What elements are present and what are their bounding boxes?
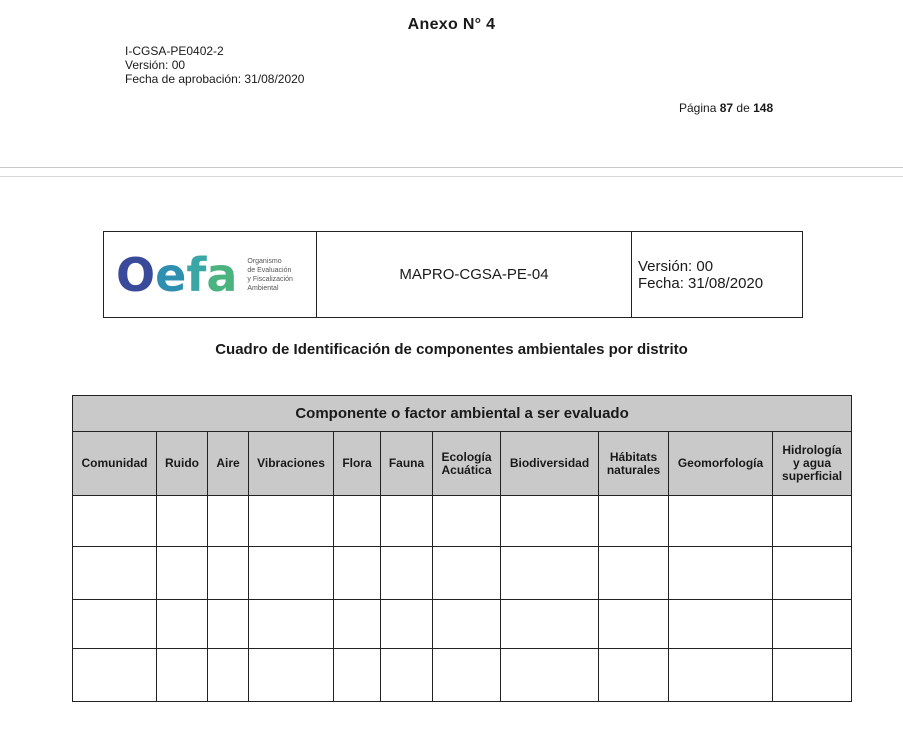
meta-approval-date: Fecha de aprobación: 31/08/2020 bbox=[125, 72, 305, 86]
table-cell bbox=[207, 599, 249, 649]
table-cell bbox=[248, 495, 334, 547]
table-title: Cuadro de Identificación de componentes … bbox=[215, 341, 688, 358]
table-cell bbox=[771, 648, 853, 702]
table-cell bbox=[72, 648, 157, 702]
document-meta: I-CGSA-PE0402-2 Versión: 00 Fecha de apr… bbox=[125, 44, 304, 86]
col-header: Comunidad bbox=[72, 431, 157, 496]
logo-letter-e: e bbox=[155, 247, 187, 302]
col-header: Biodiversidad bbox=[500, 431, 599, 496]
table-cell bbox=[333, 546, 381, 600]
table-cell bbox=[500, 495, 599, 547]
col-header: Hábitats naturales bbox=[598, 431, 669, 496]
page-divider-top bbox=[0, 167, 903, 168]
table-row bbox=[72, 599, 853, 649]
table-cell bbox=[432, 546, 501, 600]
oefa-logo: Oefa Organismo de Evaluación y Fiscaliza… bbox=[104, 232, 317, 317]
logo-letter-o: O bbox=[116, 247, 156, 302]
table-cell bbox=[72, 495, 157, 547]
meta-version: Versión: 00 bbox=[125, 58, 186, 72]
page-total: 148 bbox=[753, 101, 774, 115]
col-header: Flora bbox=[333, 431, 381, 496]
table-cell bbox=[156, 546, 208, 600]
table-cell bbox=[156, 599, 208, 649]
table-cell bbox=[432, 648, 501, 702]
table-cell bbox=[668, 648, 773, 702]
page-sep: de bbox=[736, 101, 750, 115]
oefa-logo-wordmark: Oefa bbox=[116, 252, 237, 298]
table-row bbox=[72, 648, 853, 702]
table-cell bbox=[771, 599, 853, 649]
col-header: Ruido bbox=[156, 431, 208, 496]
table-band-header: Componente o factor ambiental a ser eval… bbox=[71, 395, 853, 432]
table-cell bbox=[72, 546, 157, 600]
oefa-logo-subtitle: Organismo de Evaluación y Fiscalización … bbox=[247, 257, 293, 292]
table-cell bbox=[668, 495, 773, 547]
doc-version: Versión: 00 bbox=[638, 257, 714, 275]
table-cell bbox=[598, 495, 669, 547]
logo-letter-f: f bbox=[186, 247, 207, 302]
page-divider-bottom bbox=[0, 176, 903, 177]
table-cell bbox=[500, 546, 599, 600]
table-cell bbox=[380, 495, 433, 547]
col-header: Geomorfología bbox=[668, 431, 773, 496]
table-cell bbox=[380, 546, 433, 600]
table-cell bbox=[333, 495, 381, 547]
table-cell bbox=[248, 648, 334, 702]
table-cell bbox=[432, 599, 501, 649]
table-cell bbox=[598, 599, 669, 649]
annex-title: Anexo N° 4 bbox=[407, 16, 496, 33]
meta-code: I-CGSA-PE0402-2 bbox=[125, 44, 224, 58]
doc-version-box: Versión: 00 Fecha: 31/08/2020 bbox=[632, 232, 802, 317]
col-header: Vibraciones bbox=[248, 431, 334, 496]
col-header: Ecología Acuática bbox=[432, 431, 501, 496]
table-cell bbox=[432, 495, 501, 547]
table-cell bbox=[668, 599, 773, 649]
table-cell bbox=[72, 599, 157, 649]
table-cell bbox=[248, 546, 334, 600]
table-cell bbox=[500, 648, 599, 702]
page-current: 87 bbox=[719, 101, 734, 115]
document-header-box: Oefa Organismo de Evaluación y Fiscaliza… bbox=[103, 231, 803, 318]
table-cell bbox=[207, 495, 249, 547]
table-cell bbox=[598, 546, 669, 600]
page-prefix: Página bbox=[679, 101, 717, 115]
table-cell bbox=[668, 546, 773, 600]
table-row bbox=[72, 495, 853, 547]
table-cell bbox=[156, 648, 208, 702]
table-cell bbox=[333, 648, 381, 702]
table-cell bbox=[500, 599, 599, 649]
components-table: Componente o factor ambiental a ser eval… bbox=[71, 395, 853, 702]
table-cell bbox=[771, 495, 853, 547]
table-cell bbox=[380, 648, 433, 702]
col-header: Hidrología y agua superficial bbox=[771, 431, 853, 496]
logo-letter-a: a bbox=[206, 247, 238, 302]
table-cell bbox=[380, 599, 433, 649]
table-cell bbox=[333, 599, 381, 649]
doc-date: Fecha: 31/08/2020 bbox=[638, 274, 764, 292]
col-header: Aire bbox=[207, 431, 249, 496]
table-cell bbox=[207, 648, 249, 702]
table-cell bbox=[156, 495, 208, 547]
col-header: Fauna bbox=[380, 431, 433, 496]
page-number: Página 87 de 148 bbox=[679, 101, 773, 115]
doc-code: MAPRO-CGSA-PE-04 bbox=[317, 232, 632, 317]
table-cell bbox=[598, 648, 669, 702]
table-cell bbox=[207, 546, 249, 600]
table-column-headers: Comunidad Ruido Aire Vibraciones Flora F… bbox=[72, 431, 853, 496]
table-cell bbox=[771, 546, 853, 600]
table-cell bbox=[248, 599, 334, 649]
table-row bbox=[72, 546, 853, 600]
